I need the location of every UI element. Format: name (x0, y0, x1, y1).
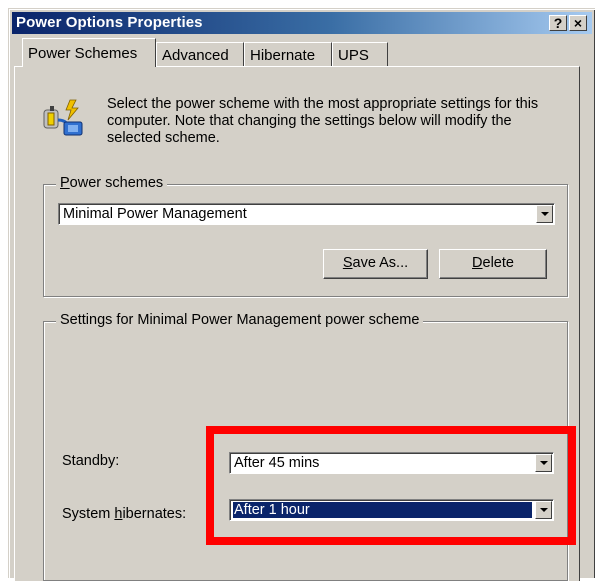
title-bar[interactable]: Power Options Properties ? × (12, 12, 592, 34)
help-button[interactable]: ? (549, 15, 567, 31)
label-rest: ower schemes (69, 175, 164, 191)
power-scheme-value: Minimal Power Management (63, 206, 247, 222)
chevron-down-icon (541, 212, 549, 216)
button-label: ave As... (352, 255, 409, 271)
dropdown-button[interactable] (536, 205, 553, 223)
tab-power-schemes[interactable]: Power Schemes (22, 38, 156, 67)
tab-hibernate[interactable]: Hibernate (244, 42, 332, 67)
delete-button[interactable]: Delete (439, 249, 547, 279)
tab-advanced[interactable]: Advanced (156, 42, 244, 67)
standby-label: Standby: (62, 453, 120, 469)
window-title: Power Options Properties (16, 14, 203, 31)
label-post: ibernates: (122, 506, 187, 522)
tab-ups[interactable]: UPS (332, 42, 388, 67)
mnemonic: S (342, 255, 353, 271)
close-button[interactable]: × (569, 15, 587, 31)
tab-label: Hibernate (250, 47, 316, 64)
tab-label: Power Schemes (28, 45, 138, 62)
settings-group-label: Settings for Minimal Power Management po… (56, 312, 424, 328)
mnemonic: D (472, 255, 483, 271)
annotation-highlight-box (206, 426, 576, 545)
mnemonic: P (60, 175, 70, 191)
power-schemes-group (43, 184, 568, 297)
system-hibernates-label: System hibernates: (62, 506, 186, 522)
tab-label: Advanced (162, 47, 229, 64)
power-plug-icon (43, 99, 83, 136)
tab-label: UPS (338, 47, 369, 64)
save-as-button[interactable]: Save As... (323, 249, 428, 279)
description-text: Select the power scheme with the most ap… (107, 96, 539, 146)
power-scheme-select[interactable]: Minimal Power Management (58, 203, 555, 225)
label-pre: System (62, 506, 115, 522)
button-label: elete (482, 255, 514, 271)
power-schemes-group-label: Power schemes (56, 175, 168, 191)
